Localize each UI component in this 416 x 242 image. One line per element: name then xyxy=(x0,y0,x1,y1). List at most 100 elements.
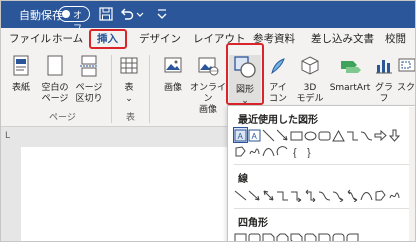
gallery-divider xyxy=(234,164,410,165)
picture-button[interactable]: 画像 xyxy=(159,55,187,94)
undo-icon[interactable] xyxy=(119,6,135,22)
smartart-icon xyxy=(327,55,373,81)
online-picture-label-1: オンライン xyxy=(189,83,226,104)
oval-shape-icon[interactable] xyxy=(304,128,317,142)
triangle-shape-icon[interactable] xyxy=(332,128,345,142)
group-separator xyxy=(149,55,150,123)
table-dropdown-icon: ⌄ xyxy=(125,94,133,104)
tab-file[interactable]: ファイル xyxy=(9,31,51,46)
icons-label-1: アイ xyxy=(269,83,287,93)
arrow-line-shape-icon[interactable] xyxy=(248,188,261,202)
curve-shape-icon[interactable] xyxy=(262,144,275,158)
right-brace-shape-icon[interactable]: } xyxy=(304,144,317,158)
cover-page-label: 表紙 xyxy=(11,83,30,93)
freeform-shape-icon[interactable] xyxy=(374,188,387,202)
svg-text:{: { xyxy=(293,147,297,158)
document-page[interactable] xyxy=(21,147,231,241)
screenshot-button[interactable]: スク xyxy=(397,55,416,94)
rectangles-row xyxy=(234,230,359,241)
rectangle-shape-icon[interactable] xyxy=(290,128,303,142)
title-bar: 自動保存 オフ xyxy=(1,1,415,33)
undo-dropdown-icon[interactable] xyxy=(135,6,145,22)
group-separator xyxy=(111,55,112,123)
line-shape-icon[interactable] xyxy=(234,188,247,202)
curved-arrow-connector-shape-icon[interactable] xyxy=(332,188,345,202)
rounded-rectangle-shape-icon[interactable] xyxy=(318,128,331,142)
vertical-text-box-shape-icon[interactable]: A xyxy=(248,128,261,142)
cube-icon xyxy=(293,55,327,81)
screenshot-label: スク xyxy=(397,83,416,93)
save-icon[interactable] xyxy=(98,6,114,22)
insert-tab-highlight xyxy=(89,29,127,49)
tab-selector[interactable]: L xyxy=(5,131,10,141)
svg-text:A: A xyxy=(238,132,244,141)
chart-button[interactable]: グラフ xyxy=(373,55,395,105)
icons-label-2: コン xyxy=(268,94,287,104)
smartart-button[interactable]: SmartArt xyxy=(327,55,373,94)
table-group-label: 表 xyxy=(126,113,136,123)
icons-button[interactable]: アイ コン xyxy=(265,55,291,105)
curved-double-arrow-connector-shape-icon[interactable] xyxy=(346,188,359,202)
round-diagonal-rectangle-shape-icon[interactable] xyxy=(346,230,359,241)
page-break-icon xyxy=(73,55,105,81)
round-same-side-rectangle-shape-icon[interactable] xyxy=(332,230,345,241)
tab-review[interactable]: 校閲 xyxy=(385,31,406,46)
tab-mailings[interactable]: 差し込み文書 xyxy=(311,31,374,46)
freeform-shape-icon[interactable] xyxy=(234,144,247,158)
arc-shape-icon[interactable] xyxy=(276,144,289,158)
lines-row xyxy=(234,188,401,204)
tab-design[interactable]: デザイン xyxy=(139,31,181,46)
scribble-shape-icon[interactable] xyxy=(248,144,261,158)
cover-page-button[interactable]: 表紙 xyxy=(7,55,35,94)
snip-corner-rectangle-shape-icon[interactable] xyxy=(262,230,275,241)
curve-shape-icon[interactable] xyxy=(360,188,373,202)
ribbon-tabs: ファイル ホーム 挿入 デザイン レイアウト 参考資料 差し込み文書 校閲 xyxy=(1,28,415,49)
cover-page-icon xyxy=(7,55,35,81)
3d-models-button[interactable]: 3D モデル xyxy=(293,55,327,105)
round-single-corner-rectangle-shape-icon[interactable] xyxy=(318,230,331,241)
page-break-label-1: ページ xyxy=(75,83,103,93)
curved-connector-shape-icon[interactable] xyxy=(318,188,331,202)
elbow-connector-shape-icon[interactable] xyxy=(346,128,359,142)
snip-same-side-rectangle-shape-icon[interactable] xyxy=(276,230,289,241)
text-box-shape-icon[interactable]: A xyxy=(233,127,248,143)
page-break-button[interactable]: ページ 区切り xyxy=(73,55,105,105)
svg-text:}: } xyxy=(307,147,311,158)
table-icon xyxy=(117,55,141,81)
gallery-divider xyxy=(234,208,410,209)
3d-models-label-2: モデル xyxy=(296,94,324,104)
online-picture-button[interactable]: オンライン 画像 xyxy=(189,55,227,116)
double-arrow-line-shape-icon[interactable] xyxy=(262,188,275,202)
gallery-scrollbar[interactable] xyxy=(409,107,415,241)
table-button[interactable]: 表 ⌄ xyxy=(117,55,141,105)
line-shape-icon[interactable] xyxy=(262,128,275,142)
snip-diagonal-rectangle-shape-icon[interactable] xyxy=(290,230,303,241)
snip-round-rectangle-shape-icon[interactable] xyxy=(304,230,317,241)
scribble-shape-icon[interactable] xyxy=(388,188,401,202)
lines-heading: 線 xyxy=(238,174,248,185)
rectangle-shape-icon[interactable] xyxy=(234,230,247,241)
shapes-button-highlight xyxy=(226,43,264,105)
rectangles-heading: 四角形 xyxy=(238,218,268,229)
pages-group-label: ページ xyxy=(49,113,76,123)
blank-page-icon xyxy=(39,55,71,81)
arrow-line-shape-icon[interactable] xyxy=(276,128,289,142)
elbow-double-arrow-connector-shape-icon[interactable] xyxy=(304,188,317,202)
tab-home[interactable]: ホーム xyxy=(52,31,83,46)
down-arrow-shape-icon[interactable] xyxy=(388,128,401,142)
chart-icon xyxy=(373,55,395,81)
curved-connector-shape-icon[interactable] xyxy=(360,128,373,142)
autosave-toggle[interactable]: オフ xyxy=(58,6,90,33)
blank-page-label-2: ページ xyxy=(41,94,69,104)
icons-icon xyxy=(265,55,291,81)
chart-label: グラフ xyxy=(374,83,393,104)
blank-page-button[interactable]: 空白の ページ xyxy=(39,55,71,105)
svg-text:A: A xyxy=(252,132,258,141)
blank-page-label-1: 空白の xyxy=(41,83,69,93)
right-arrow-shape-icon[interactable] xyxy=(374,128,387,142)
elbow-arrow-connector-shape-icon[interactable] xyxy=(290,188,303,202)
elbow-connector-shape-icon[interactable] xyxy=(276,188,289,202)
rounded-rectangle-shape-icon[interactable] xyxy=(248,230,261,241)
left-brace-shape-icon[interactable]: { xyxy=(290,144,303,158)
customize-toolbar-icon[interactable] xyxy=(154,6,170,22)
